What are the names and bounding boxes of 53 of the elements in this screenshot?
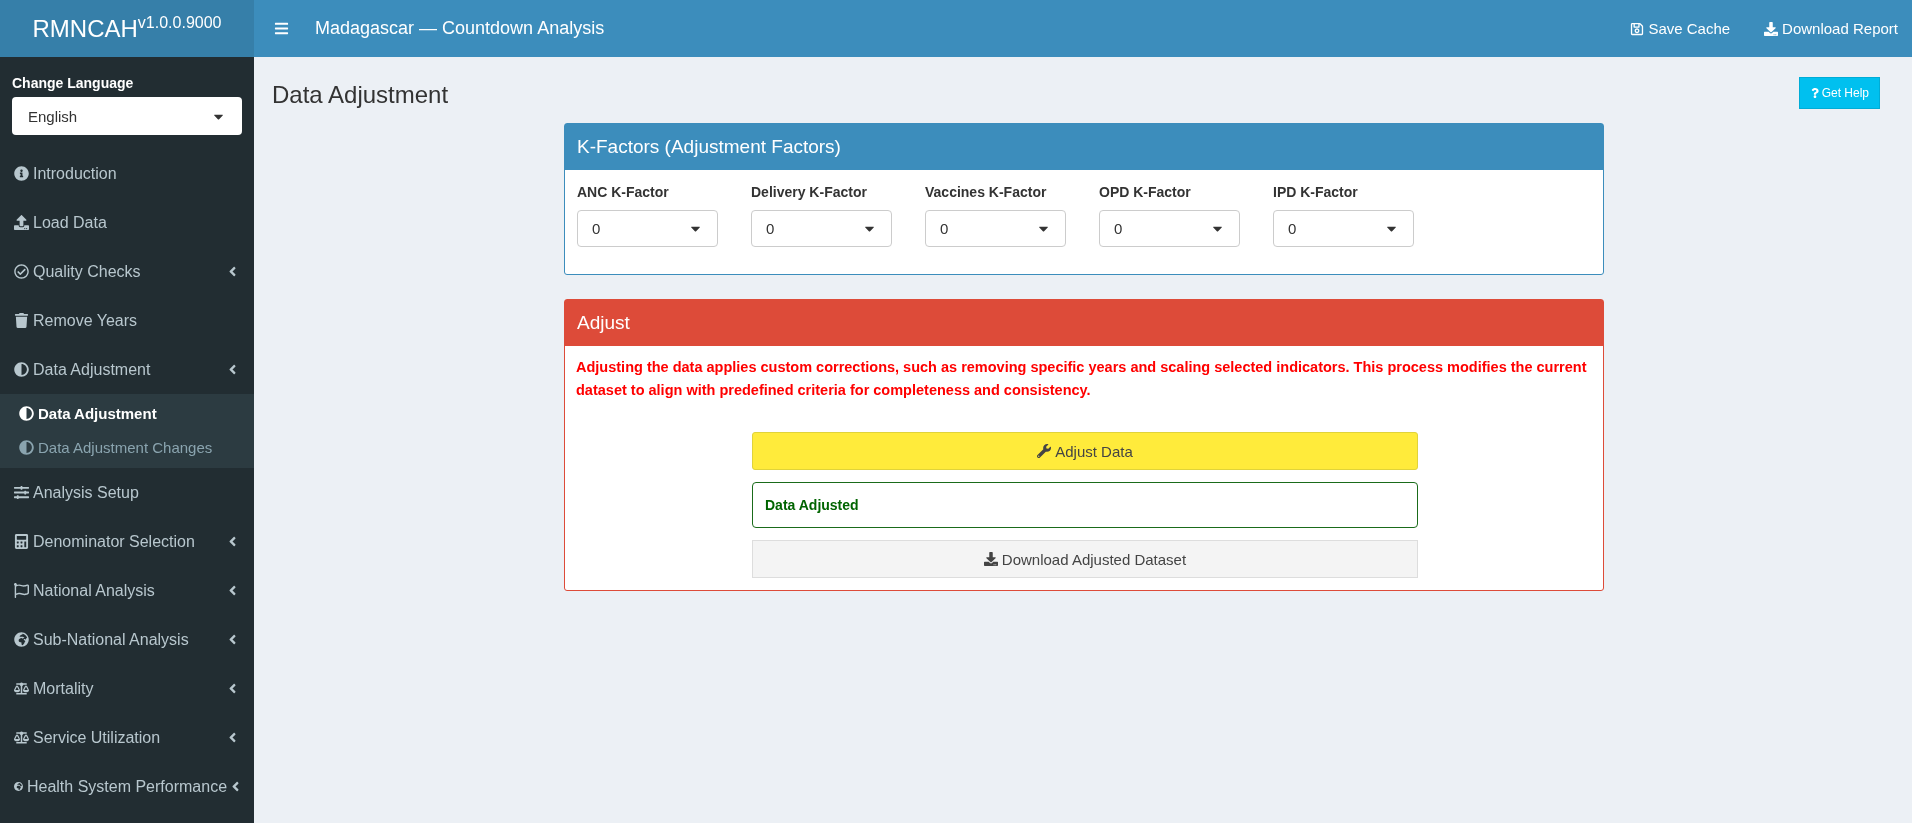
download-dataset-button[interactable]: Download Adjusted Dataset <box>752 540 1418 579</box>
sidebar-item[interactable]: Health System Performance <box>0 762 254 811</box>
sidebar-item[interactable]: National Analysis <box>0 566 254 615</box>
sidebar-item[interactable]: Remove Years <box>0 296 254 345</box>
field-label: Delivery K-Factor <box>751 184 868 200</box>
field-label: IPD K-Factor <box>1273 184 1359 200</box>
language-select[interactable]: English <box>12 97 242 135</box>
description-text: Adjusting the data applies custom corrections, such as removing specific years and scaling selected indicators. This process modifies the current dataset to align with predefined criteria for completeness and consistency. <box>576 358 1588 401</box>
kfactor-select[interactable]: 0 <box>1273 210 1414 247</box>
download-icon <box>983 552 998 567</box>
language-label: Change Language <box>12 75 135 91</box>
card-title: Adjust <box>565 300 1603 346</box>
question-icon <box>1809 88 1820 98</box>
globe-icon <box>14 632 29 647</box>
app-logo: RMNCAH$^{v1.0.0.9000}$ <box>0 0 254 57</box>
menu-icon[interactable] <box>274 21 289 36</box>
sidebar-item[interactable]: Introduction <box>0 149 254 198</box>
header-title: Madagascar — Countdown Analysis <box>315 18 606 39</box>
sidebar-item[interactable]: Service Utilization <box>0 713 254 762</box>
wrench-icon <box>1037 444 1052 459</box>
kfactor-select[interactable]: 0 <box>925 210 1066 247</box>
sliders-icon <box>14 485 29 500</box>
sidebar-subitem[interactable]: Data Adjustment <box>0 396 254 430</box>
sidebar-item[interactable]: Quality Checks <box>0 247 254 296</box>
adjust-data-button[interactable]: Adjust Data <box>752 432 1418 471</box>
trash-icon <box>14 313 29 328</box>
sidebar-item[interactable]: Data Adjustment <box>0 345 254 394</box>
sidebar-subitem[interactable]: Data Adjustment Changes <box>0 430 254 464</box>
globe-icon <box>14 779 23 794</box>
kfactor-select[interactable]: 0 <box>1099 210 1240 247</box>
save-cache-link[interactable]: Save Cache <box>1630 20 1731 37</box>
sidebar-item[interactable]: Analysis Setup <box>0 468 254 517</box>
download-report-link[interactable]: Download Report <box>1764 20 1898 37</box>
save-icon <box>1630 21 1645 36</box>
download-icon <box>1764 21 1779 36</box>
status-message: Data Adjusted <box>752 482 1418 529</box>
field-label: Vaccines K-Factor <box>925 184 1048 200</box>
sidebar-item[interactable]: Sub-National Analysis <box>0 615 254 664</box>
kfactor-select[interactable]: 0 <box>577 210 718 247</box>
card-title: K-Factors (Adjustment Factors) <box>565 124 1603 170</box>
field-label: ANC K-Factor <box>577 184 670 200</box>
info-icon <box>14 166 29 181</box>
field-label: OPD K-Factor <box>1099 184 1192 200</box>
flag-icon <box>14 583 29 598</box>
scale-icon <box>14 730 29 745</box>
sidebar-item[interactable]: Denominator Selection <box>0 517 254 566</box>
kfactor-select[interactable]: 0 <box>751 210 892 247</box>
sidebar-item[interactable]: Mortality <box>0 664 254 713</box>
calculator-icon <box>14 534 29 549</box>
sidebar-item[interactable]: Load Data <box>0 198 254 247</box>
scale-icon <box>14 681 29 696</box>
upload-icon <box>14 215 29 230</box>
page-title: Data Adjustment <box>272 81 449 109</box>
